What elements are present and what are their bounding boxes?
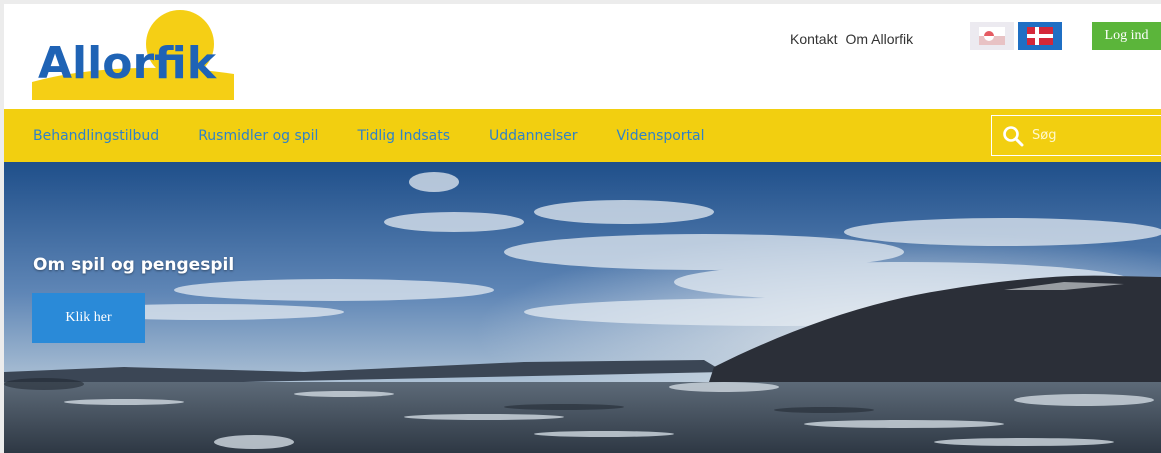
logo-text: Allorfik [38, 38, 218, 89]
nav-item-uddannelser[interactable]: Uddannelser [489, 128, 578, 144]
search-icon[interactable] [1002, 125, 1024, 147]
about-link[interactable]: Om Allorfik [845, 31, 913, 47]
top-links: Kontakt Om Allorfik [790, 31, 913, 47]
hero-banner: Om spil og pengespil Klik her [4, 162, 1161, 453]
search-input[interactable] [1032, 128, 1152, 143]
allorfik-logo[interactable]: Allorfik [30, 8, 240, 100]
nav-item-vidensportal[interactable]: Vidensportal [617, 128, 705, 144]
nav-item-tidlig-indsats[interactable]: Tidlig Indsats [357, 128, 450, 144]
nav-item-rusmidler-og-spil[interactable]: Rusmidler og spil [198, 128, 318, 144]
search-box [991, 115, 1161, 156]
hero-title: Om spil og pengespil [33, 255, 235, 275]
site-header: Allorfik Kontakt Om Allorfik Log ind [4, 4, 1161, 108]
hero-cta-button[interactable]: Klik her [32, 293, 145, 343]
nav-item-behandlingstilbud[interactable]: Behandlingstilbud [33, 128, 159, 144]
hero-landscape-image [4, 162, 1161, 453]
main-nav: Behandlingstilbud Rusmidler og spil Tidl… [4, 109, 1161, 162]
denmark-flag-icon[interactable] [1018, 22, 1062, 50]
greenland-flag-icon[interactable] [970, 22, 1014, 50]
contact-link[interactable]: Kontakt [790, 31, 837, 47]
page: Allorfik Kontakt Om Allorfik Log ind Beh… [4, 4, 1161, 453]
login-button[interactable]: Log ind [1092, 22, 1161, 50]
